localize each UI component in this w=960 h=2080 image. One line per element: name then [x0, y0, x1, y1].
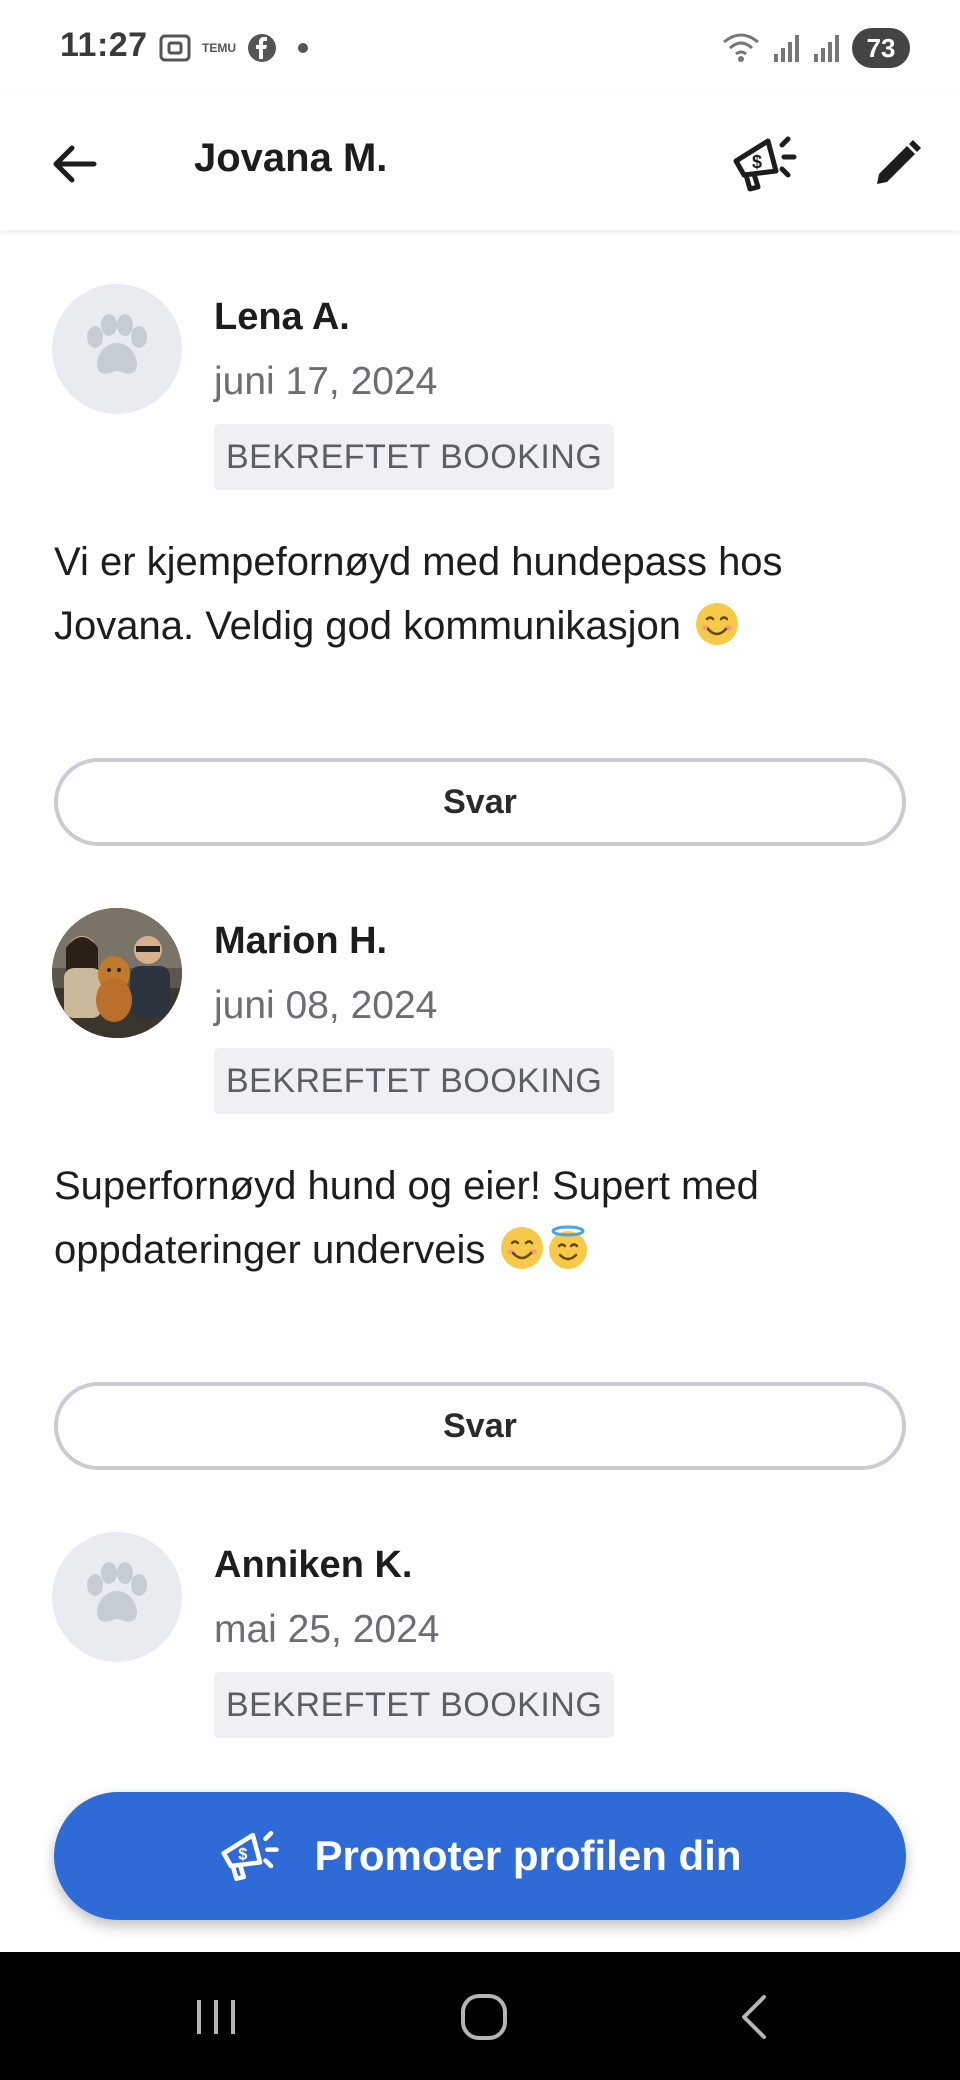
review-date: mai 25, 2024	[214, 1608, 440, 1651]
confirmed-booking-badge: BEKREFTET BOOKING	[214, 1672, 615, 1738]
battery-indicator: 73	[852, 28, 910, 68]
recent-apps-icon	[197, 2000, 235, 2034]
review-date: juni 08, 2024	[214, 984, 438, 1027]
temu-icon: TEMU	[202, 42, 236, 54]
review-item: Marion H. juni 08, 2024 BEKREFTET BOOKIN…	[0, 854, 960, 1478]
reviewer-name: Lena A.	[214, 296, 350, 338]
more-notifications-dot-icon	[288, 33, 318, 63]
reviewer-name: Anniken K.	[214, 1544, 413, 1586]
svg-text:$: $	[752, 152, 762, 172]
pencil-icon	[877, 140, 921, 184]
smiling-face-emoji-icon	[696, 603, 739, 645]
paw-icon	[87, 314, 147, 374]
review-text: Superfornøyd hund og eier! Supert med op…	[54, 1154, 914, 1282]
avatar	[52, 284, 182, 414]
megaphone-dollar-icon: $	[221, 1831, 280, 1881]
review-text-content: Vi er kjempefornøyd med hundepass hos Jo…	[54, 540, 783, 648]
status-right-icons: 73	[720, 28, 910, 68]
facebook-icon	[246, 32, 278, 64]
megaphone-dollar-icon: $	[733, 136, 797, 192]
recent-apps-button[interactable]	[166, 1982, 266, 2052]
page-title: Jovana M.	[194, 136, 388, 180]
wifi-icon	[720, 30, 762, 66]
avatar	[52, 908, 182, 1038]
review-item: Lena A. juni 17, 2024 BEKREFTET BOOKING …	[0, 230, 960, 854]
reviewer-photo	[52, 908, 182, 1038]
review-date: juni 17, 2024	[214, 360, 438, 403]
edit-button[interactable]	[862, 124, 932, 204]
promote-profile-icon-button[interactable]: $	[726, 124, 806, 204]
svg-text:$: $	[239, 1846, 248, 1864]
confirmed-booking-badge: BEKREFTET BOOKING	[214, 1048, 615, 1114]
app-bar: Jovana M. $	[0, 96, 960, 230]
signal-icon-2	[812, 32, 842, 64]
system-back-button[interactable]	[704, 1982, 804, 2052]
smiling-face-with-halo-emoji-icon	[548, 1225, 587, 1269]
chevron-left-icon	[742, 1995, 766, 2039]
signal-icon-1	[772, 32, 802, 64]
confirmed-booking-badge: BEKREFTET BOOKING	[214, 424, 615, 490]
avatar	[52, 1532, 182, 1662]
reply-button[interactable]: Svar	[54, 758, 906, 846]
promote-profile-label: Promoter profilen din	[314, 1832, 742, 1879]
back-button[interactable]	[44, 134, 104, 194]
paw-icon	[87, 1562, 147, 1622]
status-bar: 11:27 TEMU 73	[0, 0, 960, 96]
status-notification-icons: TEMU	[158, 32, 318, 64]
home-icon	[461, 1994, 507, 2040]
reply-button[interactable]: Svar	[54, 1382, 906, 1470]
review-text: Vi er kjempefornøyd med hundepass hos Jo…	[54, 530, 914, 658]
promote-profile-button[interactable]: $ Promoter profilen din	[54, 1792, 906, 1920]
status-time: 11:27	[60, 26, 148, 64]
screenshot-icon	[158, 33, 192, 63]
system-navigation-bar	[0, 1952, 960, 2080]
review-text-content: Superfornøyd hund og eier! Supert med op…	[54, 1164, 759, 1272]
home-button[interactable]	[434, 1982, 534, 2052]
smiling-face-emoji-icon	[500, 1227, 543, 1269]
arrow-left-icon	[53, 145, 97, 183]
temu-label: TEMU	[202, 41, 236, 55]
reviewer-name: Marion H.	[214, 920, 388, 962]
